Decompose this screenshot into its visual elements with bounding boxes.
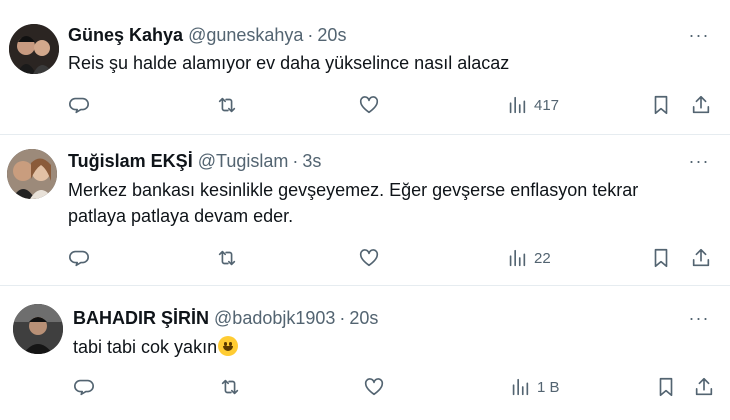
share-icon [692, 248, 710, 267]
retweet-button[interactable] [219, 374, 241, 400]
tweet-actions: 1 B [73, 374, 730, 400]
reply-icon [69, 250, 89, 267]
bookmark-icon [654, 248, 668, 268]
share-icon [695, 377, 713, 396]
avatar[interactable] [13, 304, 63, 354]
reply-icon [74, 379, 94, 396]
avatar[interactable] [9, 24, 59, 74]
more-options-button[interactable]: ··· [688, 24, 710, 46]
views-icon [512, 378, 529, 396]
reply-button[interactable] [68, 92, 90, 118]
retweet-icon [218, 250, 236, 266]
tweet-text-content: tabi tabi cok yakın [73, 337, 218, 357]
like-button[interactable] [358, 245, 380, 271]
timeline: Güneş Kahya @guneskahya · 20s ··· Reis şu … [0, 0, 730, 420]
like-icon [359, 249, 379, 267]
like-icon [364, 378, 384, 396]
avatar-image [9, 24, 59, 74]
bookmark-button[interactable] [650, 245, 672, 271]
author-handle[interactable]: @badobjk1903 [214, 308, 335, 328]
separator-dot: · [339, 308, 346, 328]
reply-button[interactable] [68, 245, 90, 271]
views-count: 22 [534, 249, 551, 267]
author-name[interactable]: Güneş Kahya [68, 25, 183, 45]
reply-button[interactable] [73, 374, 95, 400]
share-button[interactable] [693, 374, 715, 400]
views-count: 417 [534, 96, 560, 114]
views-icon [509, 96, 526, 114]
smiley-emoji-icon [218, 336, 239, 356]
bookmark-icon [659, 377, 673, 397]
bookmark-icon [654, 95, 668, 115]
avatar[interactable] [7, 149, 57, 199]
author-name[interactable]: BAHADIR ŞİRİN [73, 308, 209, 328]
like-button[interactable] [358, 92, 380, 118]
retweet-button[interactable] [216, 245, 238, 271]
tweet-header: Güneş Kahya @guneskahya · 20s [68, 24, 346, 46]
views-count: 1 B [537, 378, 560, 396]
retweet-button[interactable] [216, 92, 238, 118]
more-icon: ··· [688, 307, 710, 328]
timestamp[interactable]: 20s [349, 308, 378, 328]
like-icon [359, 96, 379, 114]
more-options-button[interactable]: ··· [688, 150, 710, 172]
tweet-text: Merkez bankası kesinlikle gevşeyemez. Eğ… [68, 180, 639, 226]
tweet-actions: 417 [68, 92, 728, 118]
retweet-icon [221, 379, 239, 395]
share-button[interactable] [690, 92, 712, 118]
tweet-actions: 22 [68, 245, 728, 271]
tweet-header: Tuğislam EKŞİ @Tugislam · 3s [68, 150, 321, 172]
tweet[interactable]: BAHADIR ŞİRİN @badobjk1903 · 20s ··· tabi … [0, 286, 730, 420]
bookmark-button[interactable] [650, 92, 672, 118]
views-button[interactable]: 22 [506, 245, 551, 271]
reply-icon [69, 97, 89, 114]
timestamp[interactable]: 20s [317, 25, 346, 45]
bookmark-button[interactable] [655, 374, 677, 400]
like-button[interactable] [363, 374, 385, 400]
tweet[interactable]: Tuğislam EKŞİ @Tugislam · 3s ··· Merkez ba… [0, 135, 730, 286]
share-button[interactable] [690, 245, 712, 271]
tweet-text: tabi tabi cok yakın [73, 334, 693, 360]
separator-dot: · [307, 25, 314, 45]
timestamp[interactable]: 3s [302, 151, 321, 171]
separator-dot: · [292, 151, 299, 171]
more-icon: ··· [688, 24, 710, 45]
avatar-image [7, 149, 57, 199]
retweet-icon [218, 97, 236, 113]
author-name[interactable]: Tuğislam EKŞİ [68, 151, 193, 171]
views-icon [509, 249, 526, 267]
tweet-header: BAHADIR ŞİRİN @badobjk1903 · 20s [73, 307, 378, 329]
views-button[interactable]: 417 [506, 92, 559, 118]
tweet-text: Reis şu halde alamıyor ev daha yükselinc… [68, 53, 510, 73]
share-icon [692, 95, 710, 114]
author-handle[interactable]: @guneskahya [188, 25, 303, 45]
tweet[interactable]: Güneş Kahya @guneskahya · 20s ··· Reis şu … [0, 0, 730, 135]
author-handle[interactable]: @Tugislam [198, 151, 289, 171]
more-options-button[interactable]: ··· [688, 307, 710, 329]
views-button[interactable]: 1 B [509, 374, 560, 400]
avatar-image [13, 304, 63, 354]
more-icon: ··· [688, 150, 710, 171]
